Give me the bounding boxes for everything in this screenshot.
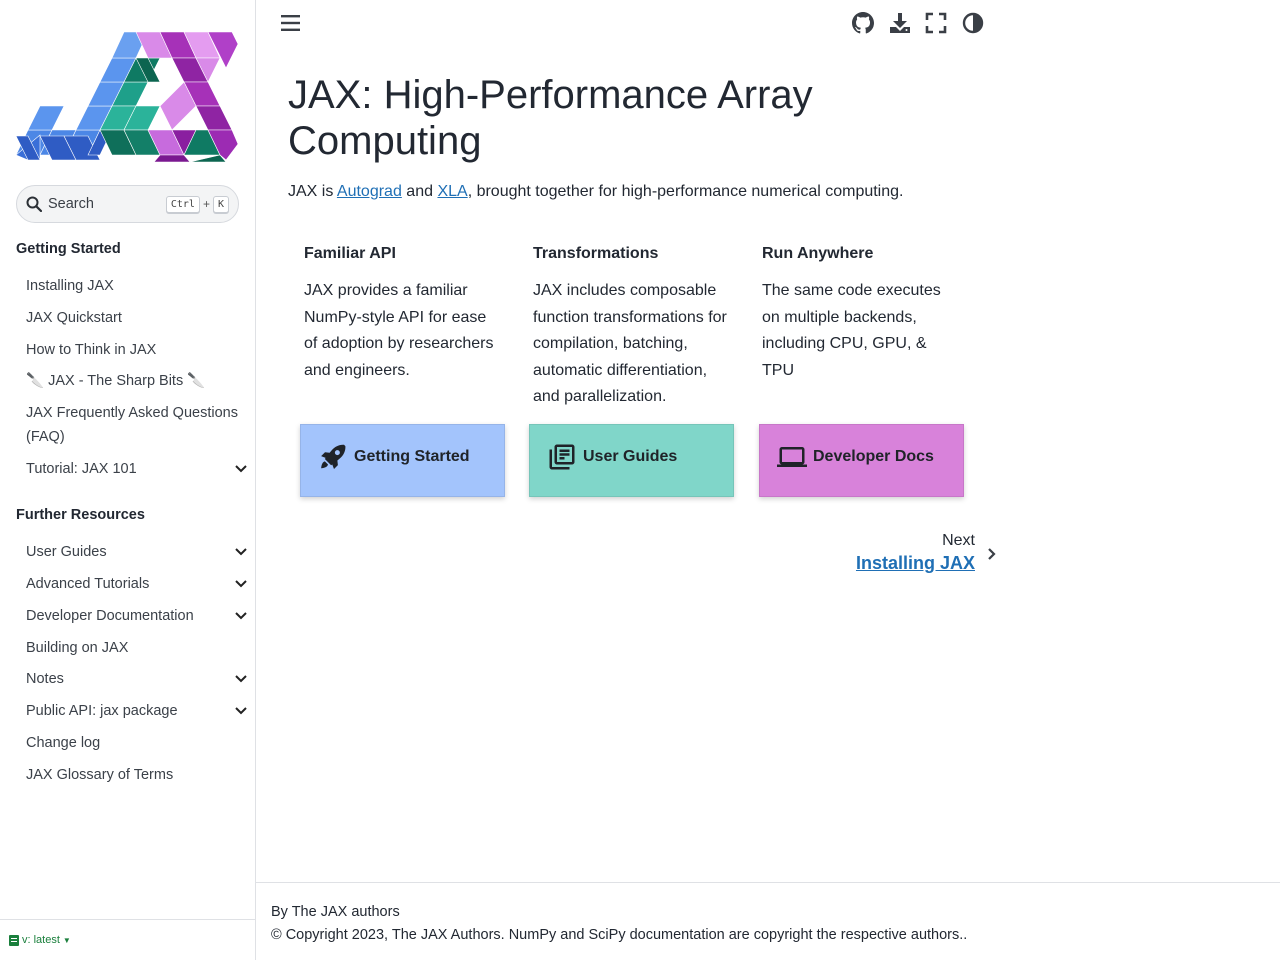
feature-card-body: JAX provides a familiar NumPy-style API …	[304, 282, 494, 379]
nav-item-label: 🔪 JAX - The Sharp Bits 🔪	[26, 373, 206, 389]
intro-suffix: , brought together for high-performance …	[467, 183, 904, 200]
laptop-icon	[777, 447, 807, 467]
search-box[interactable]: Search Ctrl + K	[16, 185, 239, 223]
nav-item-jax-quickstart[interactable]: JAX Quickstart	[26, 306, 252, 330]
user-guides-button[interactable]: User Guides	[529, 424, 734, 497]
developer-docs-button[interactable]: Developer Docs	[759, 424, 964, 497]
jax-logo[interactable]	[14, 30, 240, 164]
nav-item-building-on-jax[interactable]: Building on JAX	[26, 636, 252, 660]
nav-item-change-log[interactable]: Change log	[26, 731, 252, 755]
developer-docs-label: Developer Docs	[813, 448, 934, 465]
intro-prefix: JAX is	[288, 183, 337, 200]
version-label: v: latest	[22, 934, 60, 946]
next-label: Next	[942, 532, 975, 549]
chevron-down-icon[interactable]	[234, 463, 248, 475]
library-books-icon	[549, 444, 575, 470]
user-guides-label: User Guides	[583, 448, 678, 465]
feature-card-title: Run Anywhere	[762, 245, 874, 262]
nav-item-label: Developer Documentation	[26, 608, 194, 624]
next-page-title[interactable]: Installing JAX	[856, 553, 975, 574]
nav-item-label: Installing JAX	[26, 278, 114, 294]
nav-item-label: Public API: jax package	[26, 703, 178, 719]
footer-authors: By The JAX authors	[271, 904, 400, 920]
nav-item-glossary[interactable]: JAX Glossary of Terms	[26, 763, 252, 787]
feature-card-body: The same code executes on multiple backe…	[762, 282, 941, 379]
caret-down-icon: ▼	[62, 935, 71, 945]
nav-item-how-to-think[interactable]: How to Think in JAX	[26, 338, 252, 362]
page-title: JAX: High-Performance Array Computing	[288, 73, 813, 163]
theme-toggle-icon[interactable]	[962, 12, 984, 34]
feature-card-run-anywhere: Run Anywhere The same code executes on m…	[762, 244, 957, 384]
nav-item-label: Tutorial: JAX 101	[26, 461, 137, 477]
nav-item-notes[interactable]: Notes	[26, 667, 252, 691]
footer: By The JAX authors © Copyright 2023, The…	[256, 882, 1280, 960]
k-key: K	[212, 195, 229, 213]
nav-item-advanced-tutorials[interactable]: Advanced Tutorials	[26, 572, 252, 596]
github-icon[interactable]	[852, 12, 874, 34]
feature-card-body: JAX includes composable function transfo…	[533, 282, 727, 405]
nav-caption-getting-started: Getting Started	[16, 241, 121, 257]
ctrl-key: Ctrl	[165, 195, 200, 213]
nav-item-label: JAX Frequently Asked Questions (FAQ)	[26, 405, 238, 445]
fullscreen-icon[interactable]	[925, 12, 947, 34]
nav-item-developer-documentation[interactable]: Developer Documentation	[26, 604, 252, 628]
download-icon[interactable]	[889, 12, 911, 34]
nav-item-sharp-bits[interactable]: 🔪 JAX - The Sharp Bits 🔪	[26, 369, 252, 393]
nav-item-installing-jax[interactable]: Installing JAX	[26, 274, 252, 298]
getting-started-label: Getting Started	[354, 448, 470, 465]
next-page-link[interactable]: Next Installing JAX	[856, 532, 1003, 576]
xla-link[interactable]: XLA	[437, 183, 467, 200]
sidebar: Search Ctrl + K Getting Started Installi…	[0, 0, 256, 960]
nav-item-label: Notes	[26, 671, 64, 687]
nav-caption-further-resources: Further Resources	[16, 507, 145, 523]
nav-item-label: JAX Glossary of Terms	[26, 767, 174, 783]
nav-item-label: Building on JAX	[26, 640, 129, 656]
nav-item-label: JAX Quickstart	[26, 310, 122, 326]
rocket-icon	[321, 444, 346, 469]
search-placeholder: Search	[48, 196, 94, 212]
feature-card-familiar-api: Familiar API JAX provides a familiar Num…	[304, 244, 499, 384]
menu-icon[interactable]	[281, 14, 300, 32]
nav-item-tutorial-jax-101[interactable]: Tutorial: JAX 101	[26, 457, 252, 481]
chevron-down-icon[interactable]	[234, 610, 248, 622]
book-icon	[9, 934, 19, 946]
nav-item-public-api[interactable]: Public API: jax package	[26, 699, 252, 723]
nav-item-label: How to Think in JAX	[26, 342, 157, 358]
autograd-link[interactable]: Autograd	[337, 183, 402, 200]
shortcut-plus: +	[202, 197, 210, 211]
getting-started-button[interactable]: Getting Started	[300, 424, 505, 497]
version-switcher[interactable]: v: latest ▼	[0, 919, 256, 960]
intro-text: JAX is Autograd and XLA, brought togethe…	[288, 183, 903, 201]
feature-card-title: Transformations	[533, 245, 659, 262]
chevron-down-icon[interactable]	[234, 673, 248, 685]
feature-card-transformations: Transformations JAX includes composable …	[533, 244, 733, 411]
chevron-right-icon	[988, 548, 996, 560]
chevron-down-icon[interactable]	[234, 578, 248, 590]
nav-item-faq[interactable]: JAX Frequently Asked Questions (FAQ)	[26, 401, 241, 449]
nav-item-user-guides[interactable]: User Guides	[26, 540, 252, 564]
search-icon	[26, 196, 42, 212]
nav-item-label: User Guides	[26, 544, 107, 560]
nav-item-label: Advanced Tutorials	[26, 576, 150, 592]
footer-copyright: © Copyright 2023, The JAX Authors. NumPy…	[271, 927, 968, 943]
intro-mid: and	[401, 183, 438, 200]
feature-card-title: Familiar API	[304, 245, 396, 262]
chevron-down-icon[interactable]	[234, 546, 248, 558]
chevron-down-icon[interactable]	[234, 705, 248, 717]
search-shortcut: Ctrl + K	[165, 195, 229, 213]
nav-item-label: Change log	[26, 735, 101, 751]
